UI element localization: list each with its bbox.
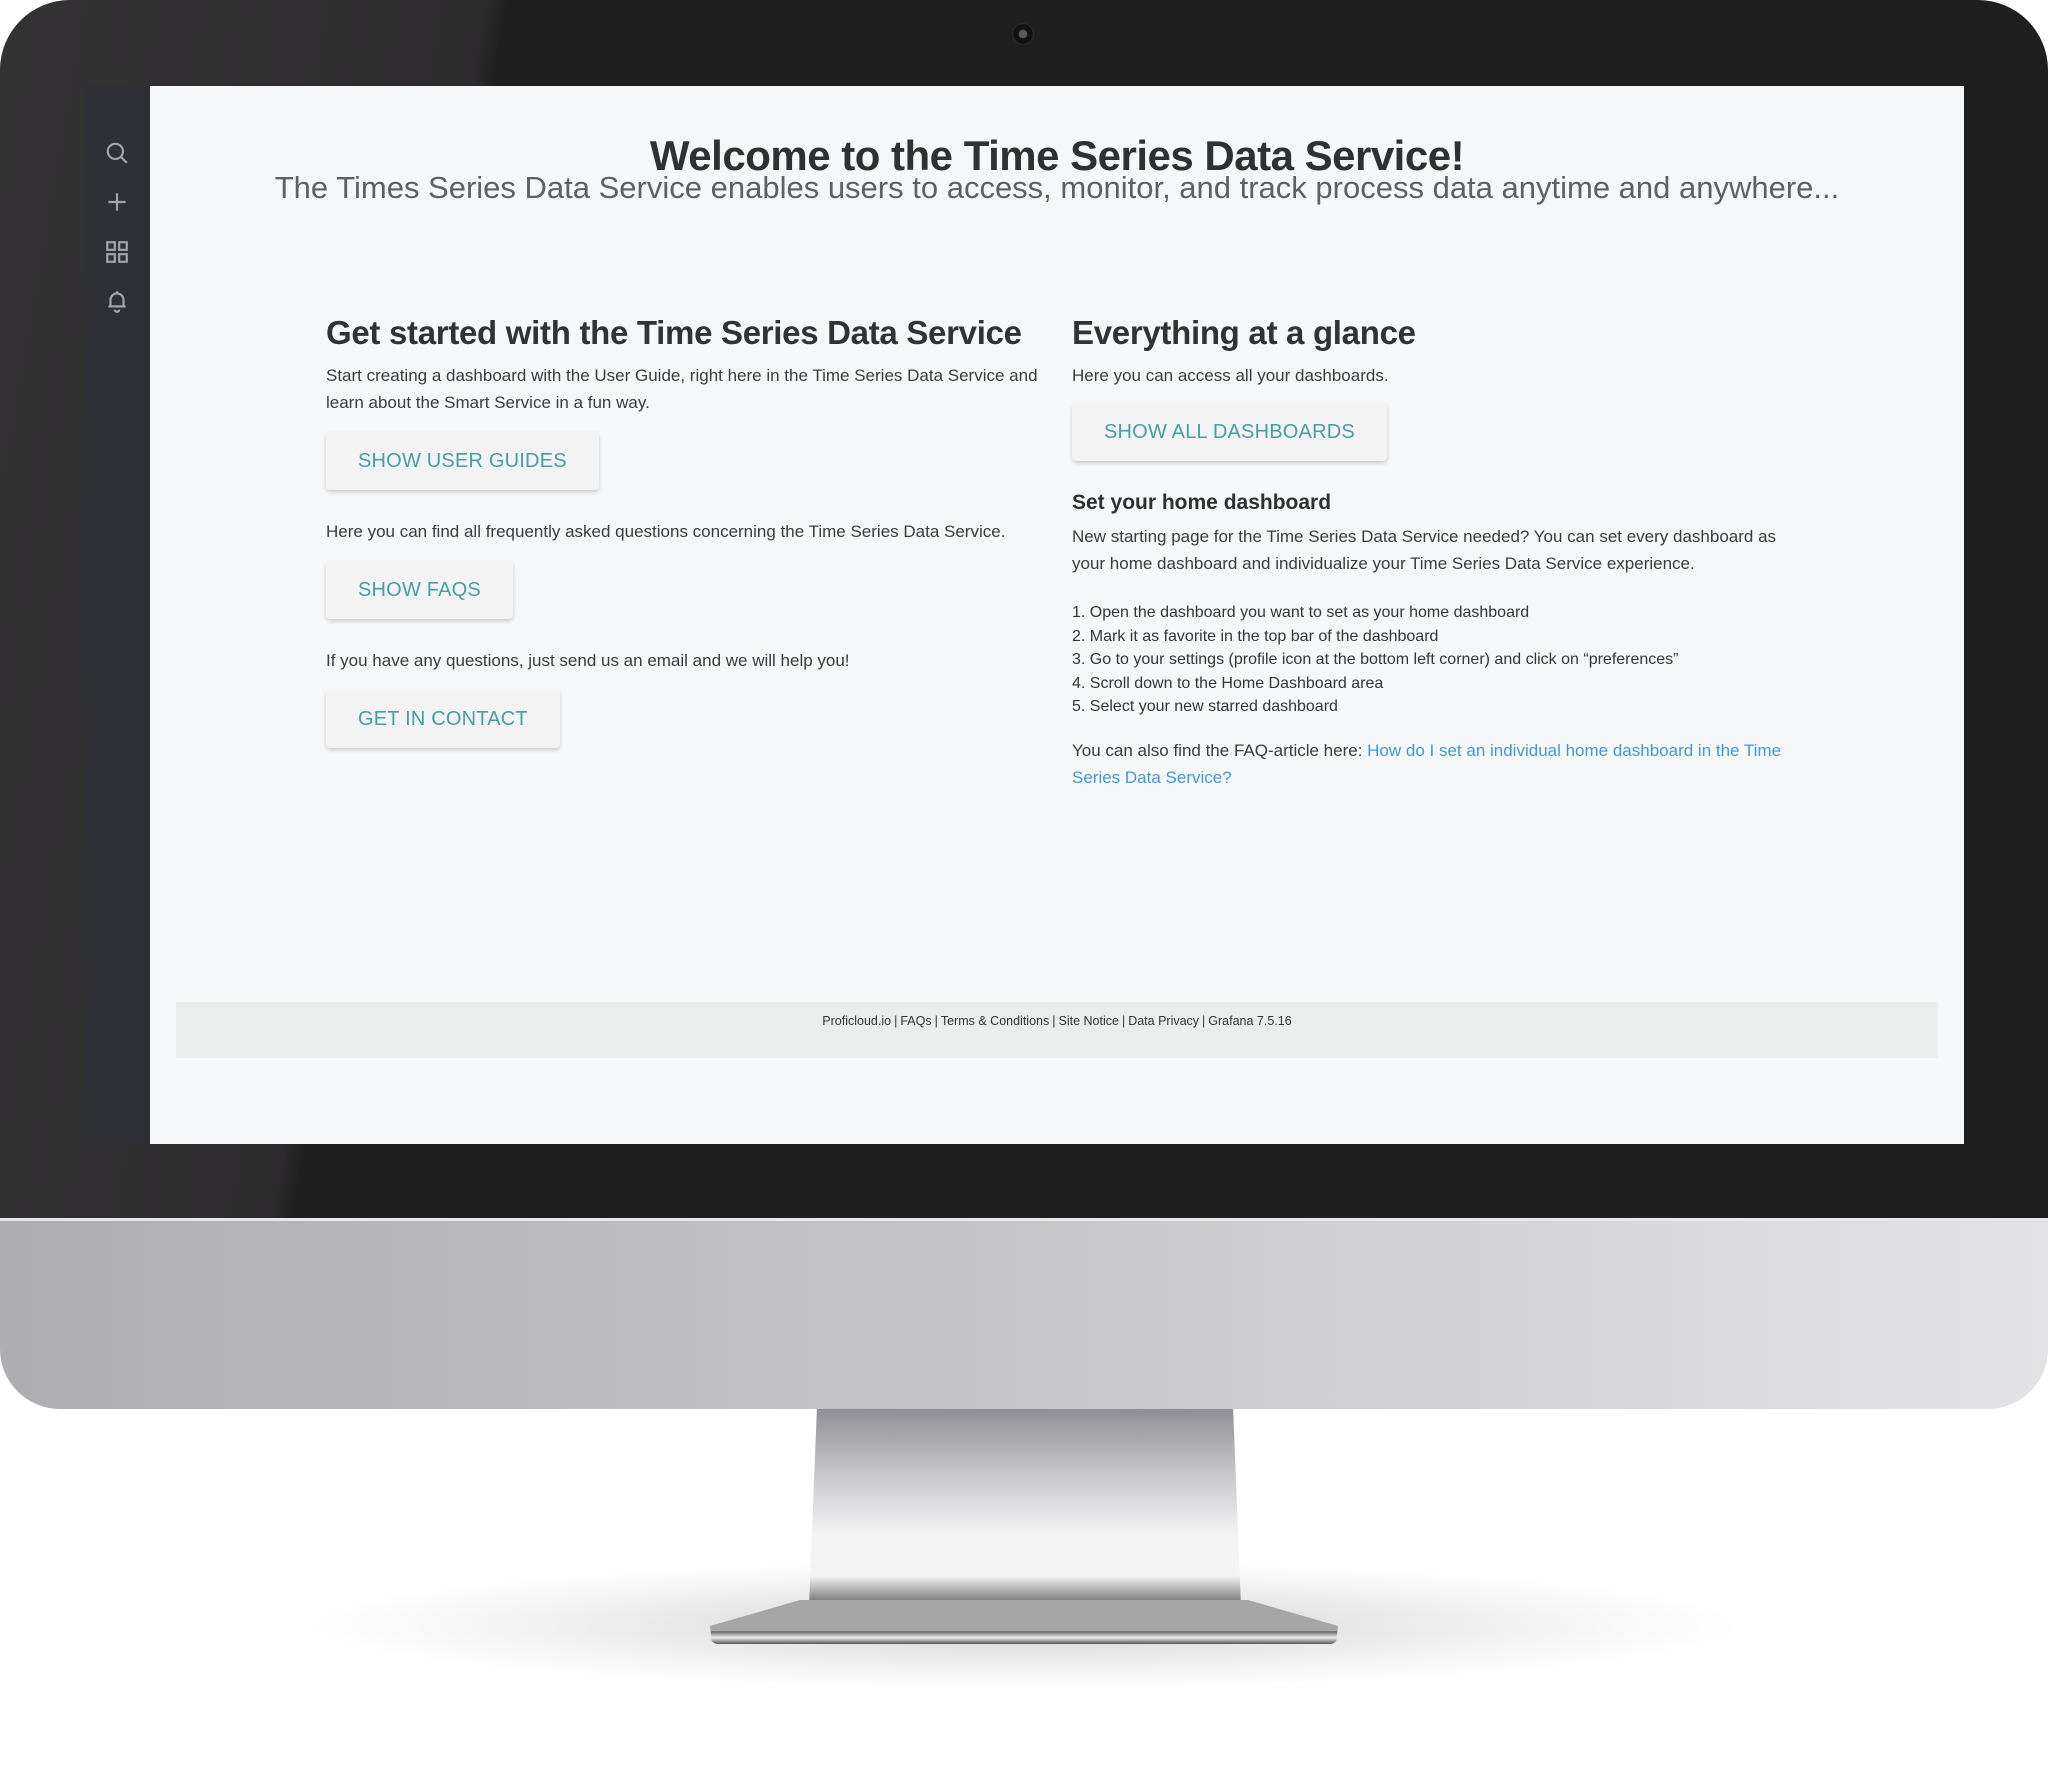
footer-separator: |	[894, 1014, 898, 1028]
step-item: 2. Mark it as favorite in the top bar of…	[1072, 627, 1439, 645]
get-started-section: Get started with the Time Series Data Se…	[326, 314, 1046, 748]
show-all-dashboards-button[interactable]: SHOW ALL DASHBOARDS	[1072, 403, 1387, 461]
everything-at-a-glance-section: Everything at a glance Here you can acce…	[1072, 314, 1792, 791]
footer-link-data-privacy[interactable]: Data Privacy	[1128, 1014, 1199, 1028]
get-started-intro: Start creating a dashboard with the User…	[326, 366, 1038, 412]
footer-link-site-notice[interactable]: Site Notice	[1058, 1014, 1118, 1028]
footer-link-terms[interactable]: Terms & Conditions	[941, 1014, 1049, 1028]
footer-separator: |	[934, 1014, 938, 1028]
footer-separator: |	[1121, 1014, 1126, 1028]
show-user-guides-button[interactable]: SHOW USER GUIDES	[326, 432, 599, 490]
faq-text: Here you can find all frequently asked q…	[326, 522, 1006, 541]
step-item: 3. Go to your settings (profile icon at …	[1072, 651, 1679, 668]
footer-link-faqs[interactable]: FAQs	[900, 1014, 931, 1028]
home-dashboard-heading: Set your home dashboard	[1072, 491, 1332, 514]
dashboards-grid-icon	[106, 241, 128, 263]
footer: Proficloud.io | FAQs | Terms & Conditions | Si…	[176, 1002, 1938, 1058]
show-faqs-button[interactable]: SHOW FAQS	[326, 561, 513, 619]
step-item: 1. Open the dashboard you want to set as…	[1072, 604, 1530, 621]
footer-separator: |	[1052, 1014, 1056, 1028]
sidebar-item-alerting[interactable]	[101, 285, 133, 317]
sidebar	[84, 86, 150, 1144]
step-item: 4. Scroll down to the Home Dashboard are…	[1072, 674, 1384, 692]
monitor-stand-base	[710, 1600, 1338, 1644]
monitor-bezel: Welcome to the Time Series Data Service!…	[0, 0, 2048, 1218]
home-dashboard-text: New starting page for the Time Series Da…	[1072, 527, 1777, 573]
footer-grafana-version: Grafana 7.5.16	[1208, 1014, 1292, 1028]
welcome-panel: Welcome to the Time Series Data Service!…	[150, 86, 1964, 1144]
get-in-contact-button[interactable]: GET IN CONTACT	[326, 690, 560, 748]
glance-heading: Everything at a glance	[1072, 314, 1416, 351]
plus-icon	[108, 193, 126, 211]
footer-link-proficloud[interactable]: Proficloud.io	[822, 1014, 891, 1028]
step-item: 5. Select your new starred dashboard	[1072, 698, 1338, 715]
contact-text: If you have any questions, just send us …	[326, 651, 850, 670]
faq-article-prefix: You can also find the FAQ-article here:	[1072, 740, 1368, 760]
home-dashboard-steps: 1. Open the dashboard you want to set as…	[1072, 601, 1792, 719]
search-icon	[106, 142, 128, 164]
page-subtitle: The Times Series Data Service enables us…	[274, 170, 1840, 205]
footer-separator: |	[1202, 1014, 1206, 1028]
get-started-heading: Get started with the Time Series Data Se…	[326, 314, 1022, 351]
sidebar-item-create[interactable]	[101, 186, 133, 218]
faq-article-text: You can also find the FAQ-article here: …	[1072, 737, 1792, 791]
camera-icon	[1012, 23, 1034, 45]
sidebar-item-search[interactable]	[101, 137, 133, 169]
screen: Welcome to the Time Series Data Service!…	[84, 86, 1964, 1144]
sidebar-item-dashboards[interactable]	[101, 236, 133, 268]
bell-icon	[108, 291, 126, 313]
glance-intro: Here you can access all your dashboards.	[1072, 366, 1389, 385]
monitor-chin	[0, 1218, 2048, 1409]
